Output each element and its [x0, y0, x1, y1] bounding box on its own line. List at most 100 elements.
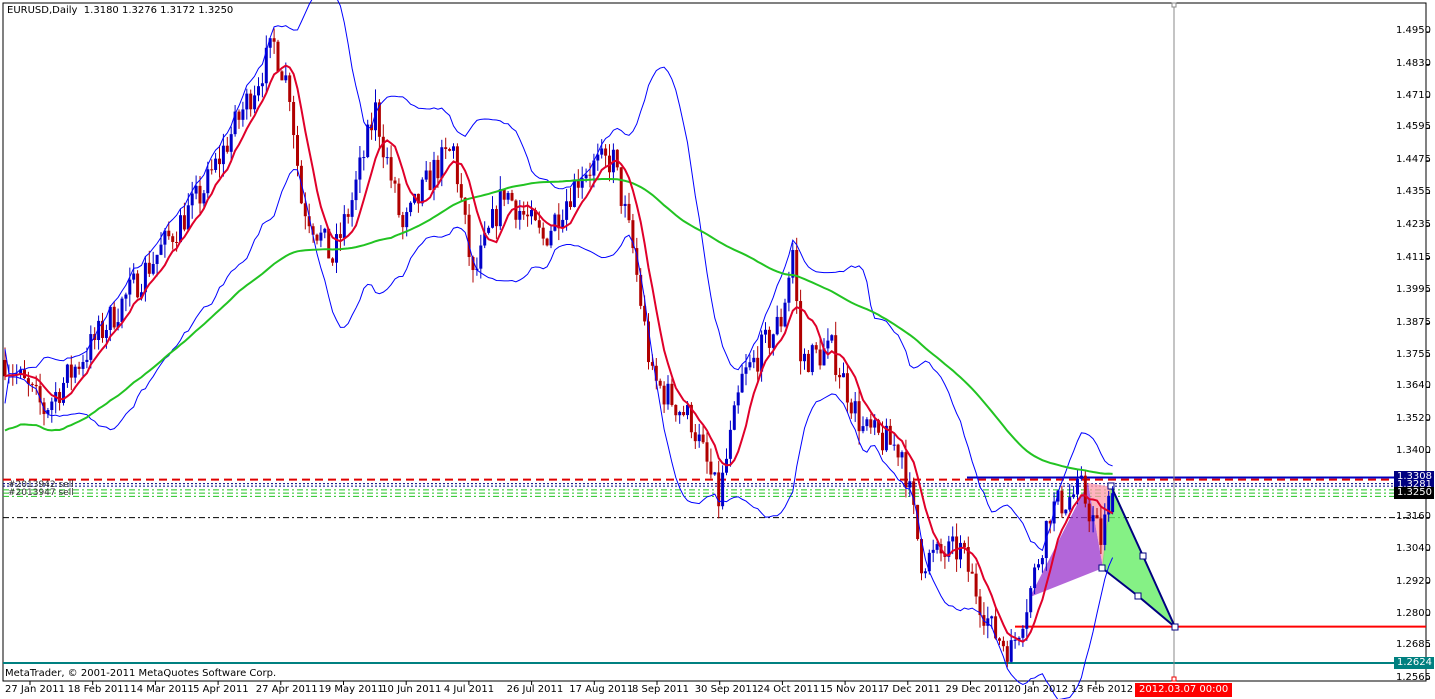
pattern-point-handle [1134, 592, 1142, 600]
x-tick-label: 27 Jan 2011 [5, 684, 65, 695]
candle-body [260, 83, 264, 87]
candle-body [510, 192, 514, 201]
candle-body [670, 383, 674, 405]
x-tick-label: 7 Dec 2011 [882, 684, 941, 695]
candle-body [214, 158, 218, 170]
candle-body [896, 444, 900, 458]
candle-body [136, 273, 140, 298]
candle-body [502, 189, 506, 200]
candle-body [331, 258, 335, 263]
candle-body [112, 306, 116, 328]
candle-body [358, 157, 362, 180]
candle-body [1095, 515, 1099, 519]
candle-body [990, 616, 994, 619]
candle-body [1099, 518, 1103, 545]
candle [397, 178, 401, 218]
candle-body [440, 147, 444, 179]
candle-body [120, 298, 124, 323]
candle-body [455, 146, 459, 185]
candle-body [1068, 497, 1072, 510]
candle-body [752, 357, 756, 363]
candle-body [892, 444, 896, 446]
candle-body [779, 316, 783, 327]
candle-body [881, 432, 884, 451]
candle-body [806, 353, 810, 373]
candle-body [245, 93, 249, 110]
order-label: #2013947 sell [8, 488, 74, 498]
candle-body [627, 203, 631, 221]
candle-body [175, 241, 179, 243]
x-tick-label: 5 Apr 2011 [193, 684, 249, 695]
candle-body [775, 316, 779, 335]
candle [783, 298, 787, 328]
candle-body [1025, 612, 1029, 629]
x-tick-label: 30 Sep 2011 [694, 684, 759, 695]
candle-body [405, 212, 409, 228]
candle-body [767, 329, 771, 348]
candle-body [459, 184, 463, 198]
x-tick-label: 13 Feb 2012 [1070, 684, 1134, 695]
candle-body [857, 401, 861, 432]
x-tick-label: 29 Dec 2011 [945, 684, 1010, 695]
candle [810, 343, 814, 376]
candle-body [865, 419, 869, 427]
candle-body [498, 189, 502, 227]
candle-body [869, 419, 873, 428]
candle-body [167, 230, 171, 237]
candle-body [744, 367, 748, 374]
candle-body [424, 170, 428, 180]
candle-body [522, 211, 526, 215]
candle-body [494, 209, 498, 227]
candle-body [81, 361, 85, 369]
candle-body [998, 638, 1001, 641]
candle-body [253, 95, 257, 110]
y-tick-label: 1.3160 [1396, 510, 1431, 522]
y-tick-label: 1.3640 [1396, 380, 1431, 392]
candle-body [292, 101, 296, 136]
candle-body [280, 71, 284, 81]
candle-body [600, 148, 604, 155]
candle-body [619, 167, 623, 206]
candle-body [206, 169, 210, 194]
candle-body [350, 200, 354, 217]
candle-body [974, 573, 978, 597]
candle-body [530, 209, 533, 217]
candle-body [296, 135, 299, 166]
candle-body [249, 93, 253, 110]
candle-body [705, 442, 709, 462]
candle-body [553, 214, 557, 231]
candle-body [362, 157, 366, 159]
y-tick-label: 1.3995 [1396, 284, 1431, 296]
y-tick-label: 1.4950 [1396, 25, 1431, 36]
candle-body [338, 234, 342, 238]
candle-body [537, 220, 541, 228]
pattern-point-handle [1171, 623, 1179, 631]
candle-body [34, 384, 38, 387]
candle-body [849, 402, 853, 414]
y-tick-label: 1.4355 [1396, 186, 1431, 198]
y-tick-label: 1.2565 [1396, 672, 1431, 683]
candle-body [104, 329, 108, 338]
candle [545, 237, 549, 247]
candle-body [701, 434, 705, 443]
candle [366, 119, 370, 159]
candle-body [401, 215, 405, 228]
candle-body [810, 345, 814, 373]
candle-body [3, 359, 7, 377]
candle-body [147, 262, 151, 274]
price-chart[interactable] [0, 0, 1435, 699]
candle-body [549, 230, 553, 246]
candle-body [623, 203, 627, 206]
candle-body [748, 362, 752, 368]
candle-body [826, 340, 830, 349]
candle-body [873, 420, 877, 428]
candle [276, 39, 280, 73]
candle-body [65, 364, 69, 383]
candle-body [518, 211, 522, 220]
candle-body [931, 549, 935, 553]
candle-body [288, 75, 292, 102]
candle-body [764, 329, 767, 335]
candle [280, 70, 284, 81]
candle-body [1037, 564, 1040, 568]
candle-body [151, 263, 155, 274]
